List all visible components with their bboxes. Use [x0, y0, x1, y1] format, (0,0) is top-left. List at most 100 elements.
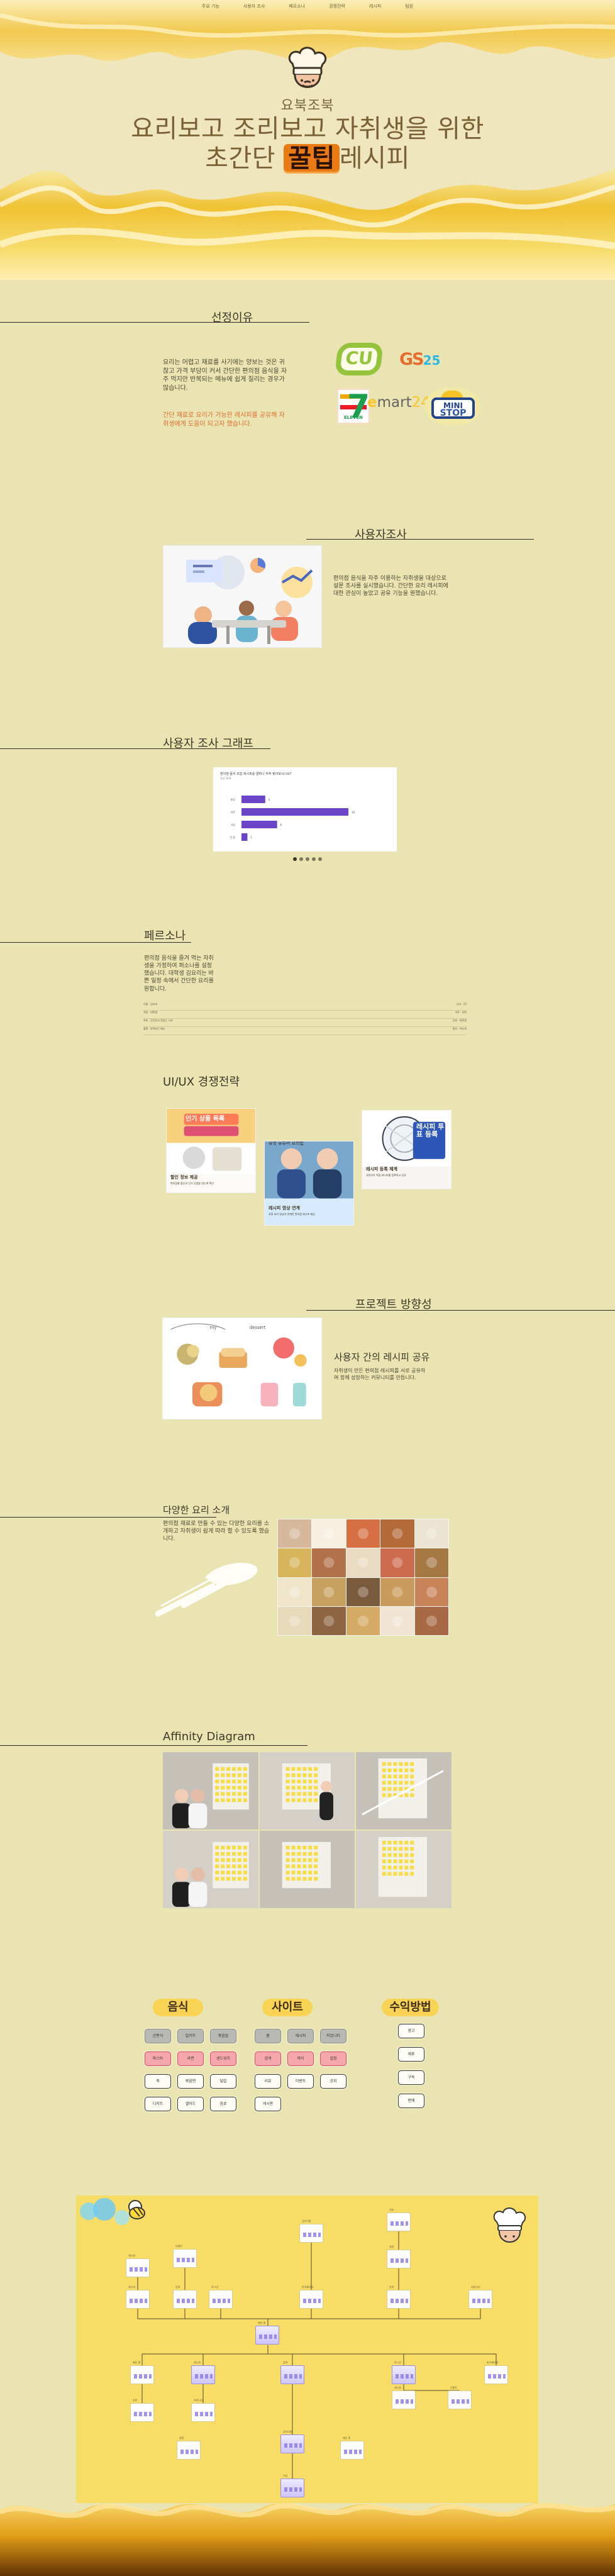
affinity-photo[interactable]: [259, 1831, 355, 1908]
dish-photo[interactable]: [380, 1548, 414, 1577]
strategy-card-popular[interactable]: 인기 상품 목록 할인 정보 제공 편의점별 할인과 인기 상품을 한눈에 확인: [166, 1108, 256, 1193]
revenue-tag[interactable]: 구독: [398, 2070, 424, 2085]
site-tag[interactable]: 게시판: [255, 2097, 281, 2111]
food-tag[interactable]: 밀키트: [177, 2029, 204, 2043]
sitemap-page-node[interactable]: [484, 2365, 508, 2384]
affinity-photo[interactable]: [259, 1752, 355, 1829]
dish-photo[interactable]: [414, 1548, 448, 1577]
site-tag[interactable]: 레시피: [287, 2029, 314, 2043]
sitemap-page-node[interactable]: [280, 2365, 304, 2384]
sitemap-page-label: 공지사항: [302, 2219, 311, 2223]
food-tag[interactable]: 라면: [177, 2051, 204, 2066]
food-tag[interactable]: 볶음면: [177, 2074, 204, 2089]
reason-body: 요리는 어렵고 재료를 사기에는 양보는 것은 귀찮고 가격 부담이 커서 간단…: [163, 359, 287, 392]
revenue-tag[interactable]: 광고: [398, 2024, 424, 2038]
dish-photo[interactable]: [380, 1519, 414, 1548]
sitemap-page-node[interactable]: [299, 2290, 323, 2309]
sitemap-page-node[interactable]: [209, 2290, 233, 2309]
pagination-dot-3[interactable]: [306, 857, 309, 861]
hero-section: 요북조북 요리보고 조리보고 자취생을 위한 초간단 꿀팁 레시피: [0, 0, 615, 280]
survey-body: 편의점 음식을 자주 이용하는 자취생을 대상으로 설문 조사를 실시했습니다.…: [333, 575, 448, 597]
site-tag[interactable]: 설정: [320, 2051, 346, 2066]
dish-photo[interactable]: [312, 1606, 346, 1635]
dish-photo[interactable]: [278, 1548, 312, 1577]
sitemap-page-node[interactable]: [392, 2390, 416, 2409]
food-tag[interactable]: 샐러드: [177, 2097, 204, 2111]
food-tag[interactable]: 죽: [145, 2074, 171, 2089]
sitemap-page-node[interactable]: [392, 2365, 416, 2384]
food-tag[interactable]: 간편식: [145, 2029, 171, 2043]
affinity-photo[interactable]: [163, 1752, 258, 1829]
sitemap-page-node[interactable]: [177, 2441, 201, 2460]
site-tag[interactable]: 공지: [320, 2074, 346, 2089]
site-tag[interactable]: 리뷰: [255, 2074, 281, 2089]
dish-photo[interactable]: [346, 1577, 380, 1606]
sitemap-page-node[interactable]: [387, 2212, 411, 2231]
nav-link-team[interactable]: 팀원: [405, 3, 413, 9]
sitemap-page-node[interactable]: [280, 2434, 304, 2453]
sitemap-page-node[interactable]: [191, 2403, 215, 2422]
strategy-card-title: 할인 정보 제공: [170, 1175, 198, 1180]
nav-link-recipe[interactable]: 레시피: [369, 3, 381, 9]
site-tag[interactable]: 커뮤니티: [320, 2029, 346, 2043]
food-tag[interactable]: 샌드위치: [210, 2051, 236, 2066]
dish-photo[interactable]: [346, 1519, 380, 1548]
sitemap-page-node[interactable]: [126, 2258, 150, 2277]
hero-subtitle: 요북조북: [280, 98, 335, 114]
nav-link-survey[interactable]: 사용자 조사: [243, 3, 265, 9]
site-tag[interactable]: 이벤트: [287, 2074, 314, 2089]
affinity-photo[interactable]: [163, 1831, 258, 1908]
sitemap-page-node[interactable]: [468, 2290, 492, 2309]
sitemap-page-node[interactable]: [448, 2390, 472, 2409]
nav-link-features[interactable]: 주요 기능: [202, 3, 219, 9]
site-tag[interactable]: 홈: [255, 2029, 281, 2043]
revenue-tag[interactable]: 판매: [398, 2094, 424, 2108]
sitemap-page-node[interactable]: [173, 2249, 197, 2268]
pagination-dot-5[interactable]: [318, 857, 322, 861]
sitemap-page-node[interactable]: [191, 2365, 215, 2384]
food-tag[interactable]: 파스타: [145, 2051, 171, 2066]
dish-photo[interactable]: [414, 1606, 448, 1635]
dish-photo[interactable]: [312, 1548, 346, 1577]
sitemap-page-label: 이벤트: [175, 2245, 183, 2248]
dish-photo[interactable]: [278, 1519, 312, 1548]
affinity-photo[interactable]: [356, 1831, 452, 1908]
food-tag[interactable]: 디저트: [145, 2097, 171, 2111]
sitemap-page-node[interactable]: [130, 2403, 154, 2422]
sitemap-page-node[interactable]: [340, 2441, 364, 2460]
strategy-card-title: 레시피 등록 체계: [366, 1167, 397, 1172]
sitemap-page-node[interactable]: [299, 2224, 323, 2243]
food-tag[interactable]: 음료: [210, 2097, 236, 2111]
dish-photo[interactable]: [312, 1519, 346, 1548]
pagination-dot-4[interactable]: [312, 857, 316, 861]
sitemap-page-node[interactable]: [255, 2326, 279, 2345]
persona-row: 목표 · 간단하고 맛있는 식사 선호 · 편의점: [143, 1019, 467, 1027]
hero-title-suffix: 레시피: [339, 144, 410, 174]
strategy-card-youtuber[interactable]: 유명 유튜버 요리법 레시피 영상 연계 유명 요리 영상과 연계한 편의점 레…: [264, 1141, 354, 1226]
dish-photo[interactable]: [278, 1577, 312, 1606]
pagination-dot-2[interactable]: [299, 857, 303, 861]
dish-photo[interactable]: [380, 1577, 414, 1606]
sitemap-page-node[interactable]: [126, 2290, 150, 2309]
pagination-dot-1[interactable]: [293, 857, 297, 861]
food-tag[interactable]: 볶음밥: [210, 2029, 236, 2043]
dish-photo[interactable]: [346, 1606, 380, 1635]
food-tag[interactable]: 덮밥: [210, 2074, 236, 2089]
strategy-card-recipe-registration[interactable]: 레시피 투표 등록 레시피 등록 체계 사용자가 직접 레시피를 등록하고 공유: [362, 1110, 452, 1189]
sitemap-page-node[interactable]: [387, 2250, 411, 2268]
revenue-tag[interactable]: 제휴: [398, 2047, 424, 2062]
dish-photo[interactable]: [278, 1606, 312, 1635]
sitemap-page-node[interactable]: [387, 2290, 411, 2309]
nav-link-persona[interactable]: 페르소나: [289, 3, 305, 9]
affinity-photo[interactable]: [356, 1752, 452, 1829]
dish-photo[interactable]: [312, 1577, 346, 1606]
site-tag[interactable]: 검색: [255, 2051, 281, 2066]
dish-photo[interactable]: [380, 1606, 414, 1635]
dish-photo[interactable]: [346, 1548, 380, 1577]
sitemap-page-node[interactable]: [130, 2365, 154, 2384]
nav-link-strategy[interactable]: 경쟁전략: [329, 3, 345, 9]
dish-photo[interactable]: [414, 1577, 448, 1606]
site-tag[interactable]: 마이: [287, 2051, 314, 2066]
sitemap-page-node[interactable]: [173, 2290, 197, 2309]
dish-photo[interactable]: [414, 1519, 448, 1548]
